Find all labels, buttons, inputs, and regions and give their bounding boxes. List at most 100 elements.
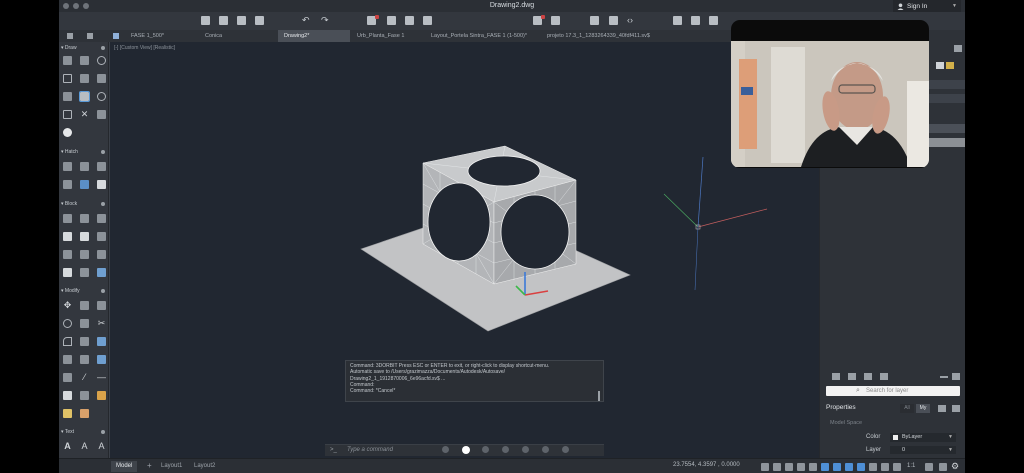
layer-filter-icon[interactable] (880, 373, 888, 380)
tab-layout-portela[interactable]: Layout_Portela Sintra_FASE 1 (1-500)* (425, 30, 545, 42)
layout2-tab[interactable]: Layout2 (189, 461, 220, 472)
gradient-tool-icon[interactable] (80, 162, 89, 171)
xline-tool-icon[interactable]: ✕ (80, 110, 89, 119)
line-tool-icon[interactable] (63, 56, 72, 65)
grid-icon[interactable] (113, 33, 119, 39)
dynamic-input-icon[interactable] (857, 463, 865, 471)
properties-icon[interactable] (551, 16, 560, 25)
page-dot[interactable] (562, 446, 569, 453)
settings-dot-icon[interactable] (101, 150, 105, 154)
boundary-tool-icon[interactable] (97, 162, 106, 171)
webcam-overlay[interactable] (731, 20, 929, 168)
selection-cycling-icon[interactable] (893, 463, 901, 471)
pencil-icon[interactable] (63, 409, 72, 418)
tag-icon[interactable] (80, 232, 89, 241)
list-icon[interactable] (97, 250, 106, 259)
settings-dot-icon[interactable] (101, 202, 105, 206)
scale-icon[interactable] (80, 319, 89, 328)
move-icon[interactable]: ✥ (63, 301, 72, 310)
tab-drawing2[interactable]: Drawing2* (278, 30, 350, 42)
panel-menu-icon[interactable] (952, 373, 960, 380)
explode-icon[interactable] (63, 391, 72, 400)
layer-search-box[interactable]: ⌕ Search for layer (826, 386, 960, 396)
define-attribute-icon[interactable] (63, 232, 72, 241)
tab-conica[interactable]: Conica (199, 30, 269, 42)
collapse-icon[interactable] (940, 376, 948, 378)
mtext-icon[interactable]: A (63, 442, 72, 451)
select-icon[interactable] (590, 16, 599, 25)
new-layer-icon[interactable] (832, 373, 840, 380)
stretch-icon[interactable] (63, 355, 72, 364)
command-input[interactable]: Type a command (347, 447, 393, 453)
group-icon[interactable] (63, 268, 72, 277)
layer-states-icon[interactable] (691, 16, 700, 25)
donut-tool-icon[interactable] (63, 128, 72, 137)
layer-group-icon[interactable] (864, 373, 872, 380)
text-style-icon[interactable]: A (97, 442, 106, 451)
layer-search-input[interactable]: Search for layer (866, 388, 908, 394)
sign-in-menu[interactable]: Sign In ▼ (893, 0, 961, 12)
annotation-scale[interactable]: 1:1 (907, 463, 915, 469)
dynamic-ucs-icon[interactable] (845, 463, 853, 471)
fillet-icon[interactable] (63, 337, 72, 346)
eraser-icon[interactable] (80, 409, 89, 418)
arc-tool-icon[interactable] (80, 74, 89, 83)
new-tab-icon[interactable] (87, 33, 93, 39)
save-icon[interactable] (237, 16, 246, 25)
open-icon[interactable] (219, 16, 228, 25)
rectangle-tool-icon[interactable] (63, 74, 72, 83)
sheet-set-icon[interactable] (423, 16, 432, 25)
region-tool-icon[interactable] (63, 110, 72, 119)
revcloud-tool-icon[interactable] (97, 180, 106, 189)
new-layer-vp-icon[interactable] (848, 373, 856, 380)
attach-icon[interactable] (97, 268, 106, 277)
quick-select-icon[interactable] (938, 405, 946, 412)
create-block-icon[interactable] (80, 214, 89, 223)
insert-block-icon[interactable] (63, 214, 72, 223)
add-layout-icon[interactable]: + (147, 461, 152, 470)
warning-icon[interactable] (97, 391, 106, 400)
palette-section-text[interactable]: ▾ Text (61, 428, 107, 436)
layer-select[interactable]: 0 ▼ (890, 446, 956, 454)
layer-freeze-icon[interactable] (936, 62, 944, 69)
page-dot[interactable] (502, 446, 509, 453)
gear-icon[interactable]: ⚙ (951, 461, 959, 472)
tab-fase1[interactable]: FASE 1_500* (125, 30, 195, 42)
mirror-icon[interactable] (97, 301, 106, 310)
settings-dot-icon[interactable] (101, 430, 105, 434)
undo-icon[interactable]: ↶ (302, 15, 310, 26)
point-tool-icon[interactable] (97, 110, 106, 119)
hatch-tool-icon[interactable] (63, 162, 72, 171)
object-snap-icon[interactable] (833, 463, 841, 471)
spline-tool-icon[interactable] (97, 74, 106, 83)
page-dot[interactable] (522, 446, 529, 453)
page-dot[interactable] (442, 446, 449, 453)
ray-tool-icon[interactable] (79, 91, 90, 102)
isodraft-icon[interactable] (809, 463, 817, 471)
palette-section-modify[interactable]: ▾ Modify (61, 287, 107, 295)
copy-icon[interactable] (80, 301, 89, 310)
circle-tool-icon[interactable] (97, 56, 106, 65)
table-icon[interactable] (80, 250, 89, 259)
align-icon[interactable] (80, 355, 89, 364)
my-toggle[interactable]: My (916, 404, 930, 413)
layer-manager-icon[interactable] (673, 16, 682, 25)
single-text-icon[interactable]: A (80, 442, 89, 451)
model-tab[interactable]: Model (111, 461, 138, 472)
block-palette-icon[interactable] (80, 268, 89, 277)
ellipse-tool-icon[interactable] (97, 92, 106, 101)
object-snap-tracking-icon[interactable] (821, 463, 829, 471)
trim-icon[interactable]: ✂ (97, 319, 106, 328)
pan-hand-icon[interactable] (609, 16, 618, 25)
multiline-tool-icon[interactable] (63, 92, 72, 101)
edit-block-icon[interactable] (97, 214, 106, 223)
publish-icon[interactable] (405, 16, 414, 25)
layer-lock-icon[interactable] (946, 62, 954, 69)
orbit-icon[interactable]: ‹› (627, 15, 633, 25)
page-dot[interactable] (482, 446, 489, 453)
xref-icon[interactable] (63, 250, 72, 259)
edit-attribute-icon[interactable] (97, 232, 106, 241)
offset-icon[interactable] (80, 337, 89, 346)
new-drawing-icon[interactable] (201, 16, 210, 25)
palette-section-hatch[interactable]: ▾ Hatch (61, 148, 107, 156)
